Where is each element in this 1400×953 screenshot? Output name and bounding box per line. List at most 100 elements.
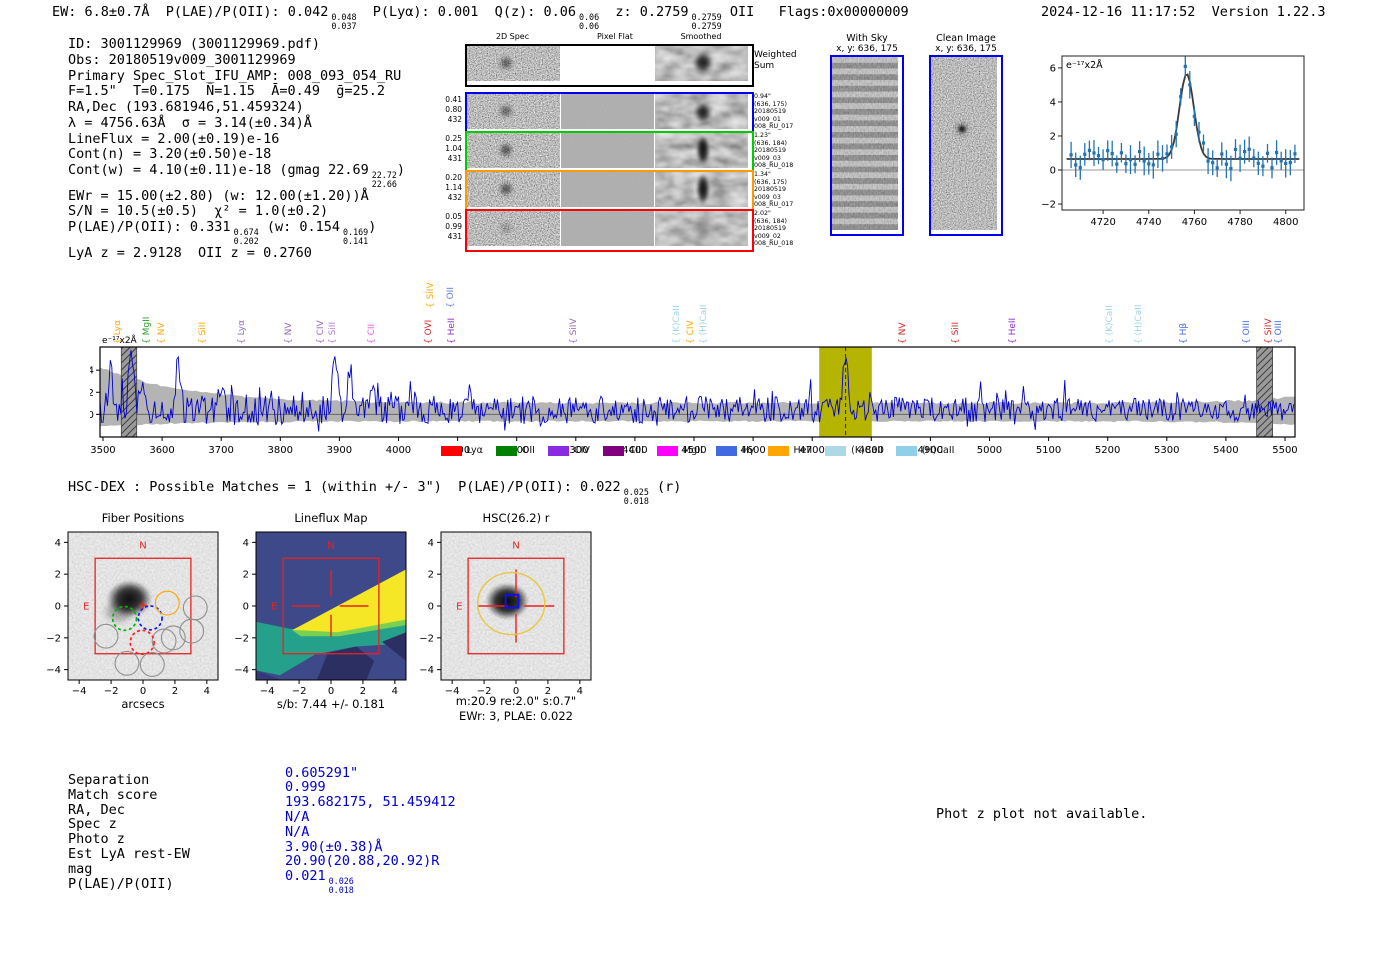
fiber-positions-title: Fiber Positions [101,511,185,525]
scale-value: 0.05 [445,212,462,221]
legend-label: (K)CaII [851,445,883,456]
legend-label: Lyα [466,445,483,456]
svg-text:4720: 4720 [1090,217,1115,228]
legend-item: Hγ [715,445,755,456]
info-line: EWr = 15.00(±2.80) (w: 12.00(±1.20))Å [68,187,369,204]
info-line: 1.23" [754,132,771,139]
detection-info-block: ID: 3001129969 (3001129969.pdf) Obs: 2018… [68,36,406,261]
emission-line-fit-plot: 4720 4740 4760 4780 4800 −2 0 2 4 6 e⁻¹⁷x2Å [1042,55,1305,228]
svg-text:4780: 4780 [1227,217,1252,228]
stacked-uncertainty: 0.06 0.06 [578,11,600,31]
match-row-value: 0.999 [285,779,326,796]
spec2d-cell-spec [467,172,560,207]
svg-text:e⁻¹⁷x2Å: e⁻¹⁷x2Å [102,334,138,346]
info-line: 20180519 [754,186,787,194]
svg-text:4: 4 [243,538,249,549]
hsc-cutout-title: HSC(26.2) r [482,511,550,525]
svg-text:4800: 4800 [1273,217,1298,228]
info-line: 008_RU_017 [754,201,794,209]
stacked-uncertainty: 0.048 0.037 [331,11,357,31]
legend-item: (H)CaII [895,445,954,456]
match-row-label: P(LAE)/P(OII) [68,875,174,892]
spec2d-cell-smoothed [655,94,748,129]
spec2d-image-flat [561,211,654,246]
stacked-uncertainty: 0.025 0.018 [623,486,649,506]
spec2d-cell-flat [561,172,654,207]
withsky-image-frame [830,55,904,236]
svg-text:4: 4 [204,686,210,697]
spec2d-col-header: Pixel Flat [597,32,633,41]
match-row-value: 0.605291" [285,764,359,781]
svg-text:4: 4 [428,538,434,549]
info-line: v009_03 [754,193,781,201]
legend-swatch [602,445,624,456]
clean-image-title: Clean Image [936,33,996,44]
spec2d-row-info: 1.23" (636, 184) 20180519 v009_03 008_RU_018 [754,132,818,170]
spec2d-cell-smoothed [655,172,748,207]
stacked-uncertainty: 0.026 0.018 [328,875,354,895]
info-line: Sum [754,60,775,71]
svg-text:−4: −4 [234,665,249,676]
info-line: Weighted [754,50,797,60]
svg-text:E: E [83,602,89,613]
legend-label: CIV [573,445,590,456]
legend-item: OII [495,445,535,456]
spec2d-cell-flat [561,133,654,168]
match-row-value: N/A [285,808,310,825]
legend-item: (K)CaII [825,445,883,456]
info-line: Primary Spec_Slot_IFU_AMP: 008_093_054_R… [68,67,402,84]
svg-text:4740: 4740 [1136,217,1161,228]
line-marker-siiv: { SiIV [426,282,437,308]
info-line: v009_03 [754,154,781,162]
info-line: 2.02" [754,210,771,217]
scale-value: 0.80 [445,105,462,114]
spec2d-cell-spec [467,94,560,129]
svg-text:−4: −4 [260,686,275,697]
fiber-positions-xlabel: arcsecs [121,697,165,711]
svg-text:2: 2 [428,570,434,581]
clean-image-panel: Clean Image x, y: 636, 175 [929,33,1003,236]
match-row-label: Separation [68,772,150,788]
spec2d-row-scale-labels: 0.20 1.14 432 [438,173,462,203]
svg-text:4: 4 [392,686,398,697]
spec2d-col-header: Smoothed [680,32,722,41]
svg-text:2: 2 [1050,131,1056,142]
spec2d-cell-spec [467,46,560,81]
svg-text:0: 0 [428,602,434,613]
svg-text:−2: −2 [46,633,61,644]
match-row-value: 0.021 0.026 0.018 [285,868,354,895]
info-line: (636, 175) [754,100,787,108]
scale-value: 1.14 [445,183,462,192]
info-line: LyA z = 2.9128 OII z = 0.2760 [68,244,312,261]
hsc-dex-match-line: HSC-DEX : Possible Matches = 1 (within +… [68,479,682,506]
info-line: v009_01 [754,115,781,123]
svg-text:0: 0 [1050,166,1056,177]
legend-label: HeII [793,445,813,456]
info-line: Cont(w) = 4.10(±0.11)e-18 (gmag 22.69 22.… [68,162,406,189]
svg-text:−4: −4 [419,665,434,676]
spec2d-row [465,209,754,252]
scale-value: 432 [447,193,462,202]
spec2d-row-scale-labels: 0.25 1.04 431 [438,134,462,164]
svg-text:4760: 4760 [1182,217,1207,228]
info-line: (636, 175) [754,178,787,186]
legend-swatch [715,445,737,456]
stacked-uncertainty: 22.72 22.66 [371,169,397,189]
info-line: 20180519 [754,225,787,233]
svg-text:2: 2 [90,388,94,399]
spec2d-row-info: 1.34" (636, 175) 20180519 v009_03 008_RU_017 [754,171,818,209]
legend-item: CIII [602,445,644,456]
withsky-title: With Sky [846,33,888,44]
spec2d-image-smoothed [655,133,748,168]
legend-swatch [656,445,678,456]
svg-text:6: 6 [1050,63,1056,74]
svg-text:4: 4 [55,538,61,549]
svg-text:−2: −2 [104,686,119,697]
spec2d-row-info: 0.94" (636, 175) 20180519 v009_01 008_RU_017 [754,93,818,131]
match-row-label: Spec z [68,816,117,833]
spec2d-image-spec [467,172,560,207]
svg-text:e⁻¹⁷x2Å: e⁻¹⁷x2Å [1066,59,1103,71]
scale-value: 431 [447,154,462,163]
scale-value: 432 [447,115,462,124]
spec2d-row-info: 2.02" (636, 184) 20180519 v009_02 008_RU_018 [754,210,818,248]
